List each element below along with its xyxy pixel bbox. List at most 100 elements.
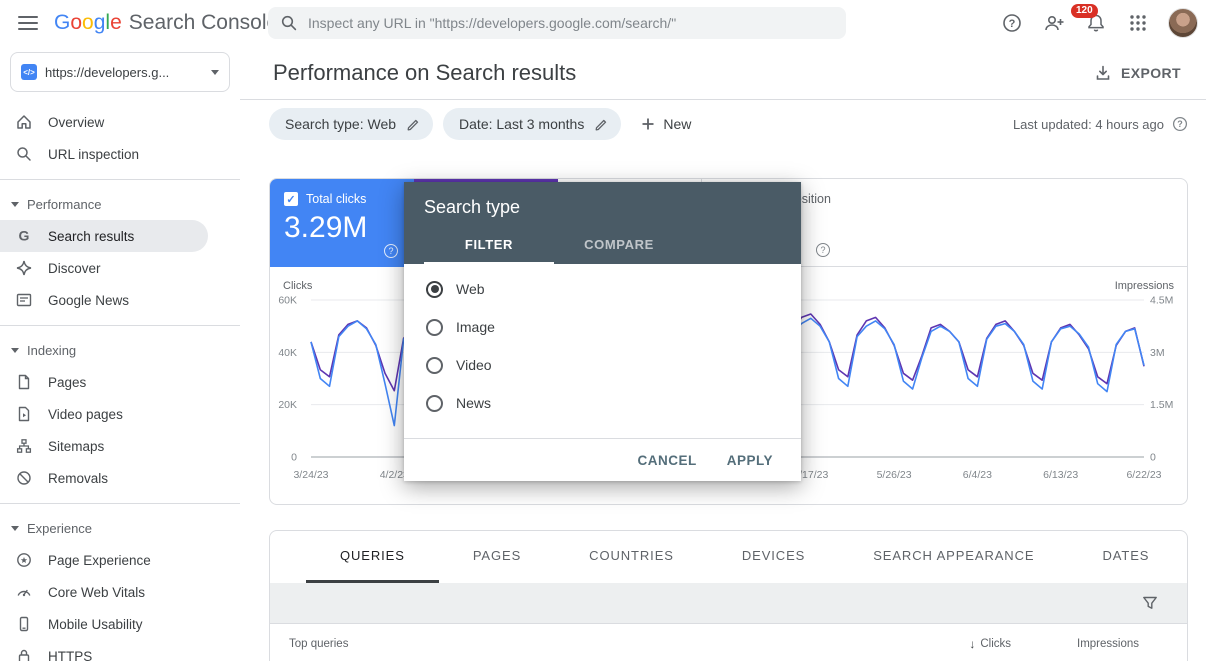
svg-text:6/4/23: 6/4/23	[963, 469, 992, 481]
search-icon	[15, 145, 33, 163]
sidebar-item-pages[interactable]: Pages	[0, 366, 208, 398]
metric-tab-total-clicks[interactable]: ✓ Total clicks 3.29M ?	[270, 179, 414, 267]
sidebar-item-sitemaps[interactable]: Sitemaps	[0, 430, 208, 462]
column-top-queries[interactable]: Top queries	[289, 638, 891, 650]
tab-dates[interactable]: DATES	[1068, 531, 1183, 583]
notifications-bell-icon[interactable]: 120	[1084, 11, 1108, 35]
help-icon[interactable]: ?	[384, 244, 398, 258]
avatar[interactable]	[1168, 8, 1198, 38]
svg-text:3M: 3M	[1150, 347, 1165, 359]
sitemap-icon	[15, 437, 33, 455]
table-header-row: Top queries ↓ Clicks Impressions	[270, 623, 1187, 661]
svg-text:6/13/23: 6/13/23	[1043, 469, 1078, 481]
svg-text:0: 0	[1150, 452, 1156, 464]
help-icon[interactable]: ?	[1000, 11, 1024, 35]
apps-grid-icon[interactable]	[1126, 11, 1150, 35]
divider	[0, 503, 240, 504]
sidebar-item-page-experience[interactable]: Page Experience	[0, 544, 208, 576]
tab-devices[interactable]: DEVICES	[708, 531, 839, 583]
logo-product-name: Search Console	[129, 11, 278, 35]
google-g-icon: G	[15, 227, 33, 245]
svg-text:6/22/23: 6/22/23	[1126, 469, 1161, 481]
section-performance[interactable]: Performance	[0, 189, 240, 220]
svg-text:60K: 60K	[278, 295, 297, 307]
help-icon[interactable]: ?	[1172, 116, 1188, 132]
edit-icon	[594, 117, 609, 132]
property-selector[interactable]: </> https://developers.g...	[10, 52, 230, 92]
cancel-button[interactable]: CANCEL	[637, 453, 696, 468]
tab-queries[interactable]: QUERIES	[306, 531, 439, 583]
menu-icon[interactable]	[18, 16, 38, 30]
search-icon	[280, 14, 298, 32]
radio-option-video[interactable]: Video	[404, 346, 801, 384]
sidebar-item-https[interactable]: HTTPS	[0, 640, 208, 661]
dimension-tabs: QUERIES PAGES COUNTRIES DEVICES SEARCH A…	[270, 531, 1187, 583]
sidebar-item-video-pages[interactable]: Video pages	[0, 398, 208, 430]
sidebar-item-discover[interactable]: Discover	[0, 252, 208, 284]
help-icon[interactable]: ?	[816, 243, 830, 257]
column-impressions[interactable]: Impressions	[1011, 638, 1171, 650]
dialog-tab-filter[interactable]: FILTER	[424, 228, 554, 264]
property-icon: </>	[21, 64, 37, 80]
checkbox-checked-icon[interactable]: ✓	[284, 192, 298, 206]
sidebar-item-removals[interactable]: Removals	[0, 462, 208, 494]
page-icon	[15, 373, 33, 391]
section-indexing[interactable]: Indexing	[0, 335, 240, 366]
radio-unselected-icon[interactable]	[426, 357, 443, 374]
apply-button[interactable]: APPLY	[727, 453, 773, 468]
sidebar-item-google-news[interactable]: Google News	[0, 284, 208, 316]
sidebar-item-url-inspection[interactable]: URL inspection	[0, 138, 208, 170]
sidebar: </> https://developers.g... Overview URL…	[0, 46, 240, 661]
news-icon	[15, 291, 33, 309]
collapse-caret-icon	[11, 348, 19, 353]
new-filter-button[interactable]: New	[631, 115, 699, 133]
tab-search-appearance[interactable]: SEARCH APPEARANCE	[839, 531, 1068, 583]
radio-unselected-icon[interactable]	[426, 395, 443, 412]
collapse-caret-icon	[11, 202, 19, 207]
svg-text:40K: 40K	[278, 347, 297, 359]
home-icon	[15, 113, 33, 131]
svg-text:Impressions: Impressions	[1115, 280, 1175, 292]
dialog-tab-compare[interactable]: COMPARE	[554, 228, 684, 264]
video-page-icon	[15, 405, 33, 423]
svg-text:0: 0	[291, 452, 297, 464]
notification-badge: 120	[1071, 4, 1098, 18]
sort-desc-icon: ↓	[969, 637, 975, 651]
app-logo[interactable]: Google Search Console	[54, 11, 278, 35]
dimensions-table-card: QUERIES PAGES COUNTRIES DEVICES SEARCH A…	[269, 530, 1188, 661]
filter-chip-date[interactable]: Date: Last 3 months	[443, 108, 621, 140]
svg-text:Clicks: Clicks	[283, 280, 313, 292]
radio-option-image[interactable]: Image	[404, 308, 801, 346]
add-user-icon[interactable]	[1042, 11, 1066, 35]
export-button[interactable]: EXPORT	[1094, 64, 1181, 82]
search-input[interactable]	[308, 15, 834, 31]
sidebar-item-overview[interactable]: Overview	[0, 106, 208, 138]
radio-unselected-icon[interactable]	[426, 319, 443, 336]
svg-text:G: G	[19, 228, 30, 244]
dialog-footer: CANCEL APPLY	[404, 438, 801, 481]
sidebar-item-core-web-vitals[interactable]: Core Web Vitals	[0, 576, 208, 608]
radio-option-web[interactable]: Web	[404, 270, 801, 308]
plus-icon	[639, 115, 657, 133]
section-experience[interactable]: Experience	[0, 513, 240, 544]
sidebar-item-search-results[interactable]: G Search results	[0, 220, 208, 252]
sidebar-item-mobile-usability[interactable]: Mobile Usability	[0, 608, 208, 640]
url-inspect-searchbar[interactable]	[268, 7, 846, 39]
radio-selected-icon[interactable]	[426, 281, 443, 298]
filter-funnel-icon[interactable]	[1141, 594, 1159, 612]
search-type-dialog: Search type FILTER COMPARE Web Image Vid…	[404, 182, 801, 481]
column-clicks[interactable]: ↓ Clicks	[891, 637, 1011, 651]
core-web-vitals-icon	[15, 583, 33, 601]
lock-icon	[15, 647, 33, 661]
filters-row: Search type: Web Date: Last 3 months New…	[240, 100, 1206, 140]
radio-option-news[interactable]: News	[404, 384, 801, 422]
filter-chip-search-type[interactable]: Search type: Web	[269, 108, 433, 140]
dialog-body: Web Image Video News	[404, 264, 801, 438]
svg-text:3/24/23: 3/24/23	[293, 469, 328, 481]
metric-tabs-filler	[846, 179, 1187, 267]
mobile-icon	[15, 615, 33, 633]
edit-icon	[406, 117, 421, 132]
tab-pages[interactable]: PAGES	[439, 531, 555, 583]
page-title: Performance on Search results	[273, 60, 1094, 86]
tab-countries[interactable]: COUNTRIES	[555, 531, 708, 583]
